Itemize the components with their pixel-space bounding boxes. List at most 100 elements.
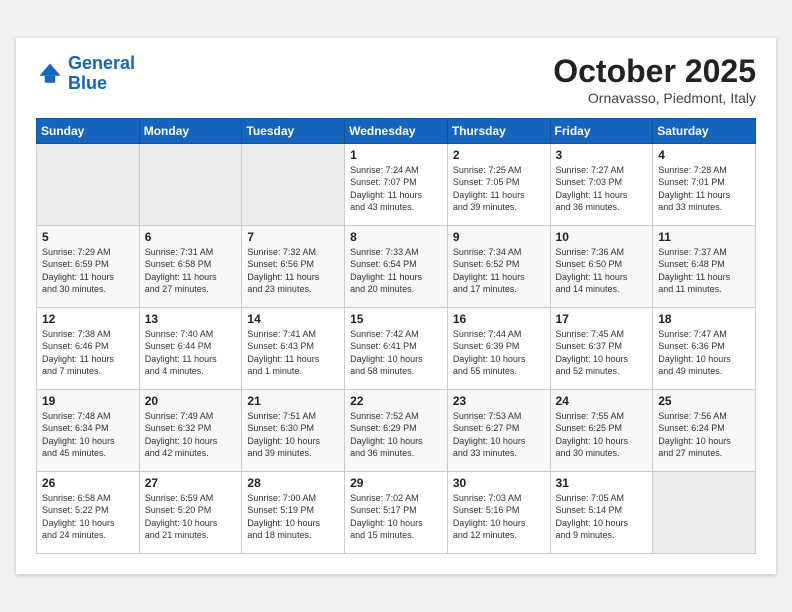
day-number: 13 (145, 312, 237, 326)
day-number: 5 (42, 230, 134, 244)
day-info: Sunrise: 7:24 AM Sunset: 7:07 PM Dayligh… (350, 164, 442, 214)
day-info: Sunrise: 7:51 AM Sunset: 6:30 PM Dayligh… (247, 410, 339, 460)
calendar-cell: 20 Sunrise: 7:49 AM Sunset: 6:32 PM Dayli… (139, 389, 242, 471)
title-block: October 2025 Ornavasso, Piedmont, Italy (553, 54, 756, 105)
calendar-cell: 5 Sunrise: 7:29 AM Sunset: 6:59 PM Daylig… (37, 225, 140, 307)
day-number: 14 (247, 312, 339, 326)
logo-text: General Blue (68, 54, 135, 94)
day-info: Sunrise: 7:00 AM Sunset: 5:19 PM Dayligh… (247, 492, 339, 542)
calendar-cell: 7Sunrise: 7:32 AM Sunset: 6:56 PM Daylig… (242, 225, 345, 307)
calendar-cell: 30 Sunrise: 7:03 AM Sunset: 5:16 PM Dayli… (447, 471, 550, 553)
calendar-cell: 31 Sunrise: 7:05 AM Sunset: 5:14 PM Dayli… (550, 471, 653, 553)
day-info: Sunrise: 7:36 AM Sunset: 6:50 PM Dayligh… (556, 246, 648, 296)
calendar-cell: 9 Sunrise: 7:34 AM Sunset: 6:52 PM Daylig… (447, 225, 550, 307)
calendar-cell: 16 Sunrise: 7:44 AM Sunset: 6:39 PM Dayli… (447, 307, 550, 389)
calendar-cell: 18Sunrise: 7:47 AM Sunset: 6:36 PM Dayli… (653, 307, 756, 389)
day-info: Sunrise: 7:28 AM Sunset: 7:01 PM Dayligh… (658, 164, 750, 214)
calendar-cell: 3Sunrise: 7:27 AM Sunset: 7:03 PM Daylig… (550, 143, 653, 225)
day-info: Sunrise: 7:40 AM Sunset: 6:44 PM Dayligh… (145, 328, 237, 378)
weekday-header-monday: Monday (139, 118, 242, 143)
logo: General Blue (36, 54, 135, 94)
calendar-week-3: 12Sunrise: 7:38 AM Sunset: 6:46 PM Dayli… (37, 307, 756, 389)
day-number: 1 (350, 148, 442, 162)
calendar-week-2: 5 Sunrise: 7:29 AM Sunset: 6:59 PM Daylig… (37, 225, 756, 307)
day-number: 2 (453, 148, 545, 162)
calendar-table: SundayMondayTuesdayWednesdayThursdayFrid… (36, 118, 756, 554)
calendar-cell: 11Sunrise: 7:37 AM Sunset: 6:48 PM Dayli… (653, 225, 756, 307)
weekday-header-saturday: Saturday (653, 118, 756, 143)
calendar-cell: 27 Sunrise: 6:59 AM Sunset: 5:20 PM Dayli… (139, 471, 242, 553)
day-number: 9 (453, 230, 545, 244)
calendar-cell (139, 143, 242, 225)
calendar-cell: 6Sunrise: 7:31 AM Sunset: 6:58 PM Daylig… (139, 225, 242, 307)
day-number: 23 (453, 394, 545, 408)
calendar-cell: 22Sunrise: 7:52 AM Sunset: 6:29 PM Dayli… (345, 389, 448, 471)
day-number: 29 (350, 476, 442, 490)
day-info: Sunrise: 7:44 AM Sunset: 6:39 PM Dayligh… (453, 328, 545, 378)
day-number: 7 (247, 230, 339, 244)
calendar-cell: 28Sunrise: 7:00 AM Sunset: 5:19 PM Dayli… (242, 471, 345, 553)
day-info: Sunrise: 7:49 AM Sunset: 6:32 PM Dayligh… (145, 410, 237, 460)
location: Ornavasso, Piedmont, Italy (553, 90, 756, 106)
day-info: Sunrise: 7:55 AM Sunset: 6:25 PM Dayligh… (556, 410, 648, 460)
day-number: 10 (556, 230, 648, 244)
day-number: 15 (350, 312, 442, 326)
day-info: Sunrise: 6:59 AM Sunset: 5:20 PM Dayligh… (145, 492, 237, 542)
logo-line2: Blue (68, 73, 107, 93)
calendar-cell: 29Sunrise: 7:02 AM Sunset: 5:17 PM Dayli… (345, 471, 448, 553)
weekday-header-thursday: Thursday (447, 118, 550, 143)
calendar-week-4: 19Sunrise: 7:48 AM Sunset: 6:34 PM Dayli… (37, 389, 756, 471)
day-number: 16 (453, 312, 545, 326)
day-info: Sunrise: 7:29 AM Sunset: 6:59 PM Dayligh… (42, 246, 134, 296)
month-title: October 2025 (553, 54, 756, 89)
day-info: Sunrise: 7:47 AM Sunset: 6:36 PM Dayligh… (658, 328, 750, 378)
calendar-cell: 24 Sunrise: 7:55 AM Sunset: 6:25 PM Dayli… (550, 389, 653, 471)
day-info: Sunrise: 7:31 AM Sunset: 6:58 PM Dayligh… (145, 246, 237, 296)
header: General Blue October 2025 Ornavasso, Pie… (36, 54, 756, 105)
weekday-header-tuesday: Tuesday (242, 118, 345, 143)
calendar-cell: 14 Sunrise: 7:41 AM Sunset: 6:43 PM Dayli… (242, 307, 345, 389)
logo-icon (36, 60, 64, 88)
day-number: 12 (42, 312, 134, 326)
calendar-cell: 2 Sunrise: 7:25 AM Sunset: 7:05 PM Daylig… (447, 143, 550, 225)
day-number: 21 (247, 394, 339, 408)
weekday-header-sunday: Sunday (37, 118, 140, 143)
calendar-header: SundayMondayTuesdayWednesdayThursdayFrid… (37, 118, 756, 143)
day-number: 24 (556, 394, 648, 408)
day-info: Sunrise: 7:33 AM Sunset: 6:54 PM Dayligh… (350, 246, 442, 296)
day-info: Sunrise: 7:52 AM Sunset: 6:29 PM Dayligh… (350, 410, 442, 460)
calendar-cell: 19Sunrise: 7:48 AM Sunset: 6:34 PM Dayli… (37, 389, 140, 471)
calendar-cell (37, 143, 140, 225)
weekday-header-wednesday: Wednesday (345, 118, 448, 143)
day-number: 30 (453, 476, 545, 490)
day-info: Sunrise: 7:41 AM Sunset: 6:43 PM Dayligh… (247, 328, 339, 378)
day-info: Sunrise: 7:56 AM Sunset: 6:24 PM Dayligh… (658, 410, 750, 460)
day-number: 31 (556, 476, 648, 490)
logo-line1: General (68, 53, 135, 73)
day-number: 25 (658, 394, 750, 408)
calendar-cell: 13 Sunrise: 7:40 AM Sunset: 6:44 PM Dayli… (139, 307, 242, 389)
day-number: 26 (42, 476, 134, 490)
day-number: 8 (350, 230, 442, 244)
day-number: 27 (145, 476, 237, 490)
calendar-container: General Blue October 2025 Ornavasso, Pie… (16, 38, 776, 573)
day-info: Sunrise: 7:34 AM Sunset: 6:52 PM Dayligh… (453, 246, 545, 296)
day-info: Sunrise: 7:05 AM Sunset: 5:14 PM Dayligh… (556, 492, 648, 542)
day-info: Sunrise: 7:03 AM Sunset: 5:16 PM Dayligh… (453, 492, 545, 542)
calendar-cell: 1 Sunrise: 7:24 AM Sunset: 7:07 PM Daylig… (345, 143, 448, 225)
calendar-cell: 8 Sunrise: 7:33 AM Sunset: 6:54 PM Daylig… (345, 225, 448, 307)
calendar-week-5: 26 Sunrise: 6:58 AM Sunset: 5:22 PM Dayli… (37, 471, 756, 553)
calendar-cell: 17 Sunrise: 7:45 AM Sunset: 6:37 PM Dayli… (550, 307, 653, 389)
calendar-cell: 21 Sunrise: 7:51 AM Sunset: 6:30 PM Dayli… (242, 389, 345, 471)
day-info: Sunrise: 7:53 AM Sunset: 6:27 PM Dayligh… (453, 410, 545, 460)
calendar-cell (653, 471, 756, 553)
day-number: 11 (658, 230, 750, 244)
calendar-cell: 12Sunrise: 7:38 AM Sunset: 6:46 PM Dayli… (37, 307, 140, 389)
day-info: Sunrise: 7:45 AM Sunset: 6:37 PM Dayligh… (556, 328, 648, 378)
day-number: 17 (556, 312, 648, 326)
day-info: Sunrise: 7:27 AM Sunset: 7:03 PM Dayligh… (556, 164, 648, 214)
day-number: 20 (145, 394, 237, 408)
day-info: Sunrise: 6:58 AM Sunset: 5:22 PM Dayligh… (42, 492, 134, 542)
day-info: Sunrise: 7:25 AM Sunset: 7:05 PM Dayligh… (453, 164, 545, 214)
day-number: 4 (658, 148, 750, 162)
